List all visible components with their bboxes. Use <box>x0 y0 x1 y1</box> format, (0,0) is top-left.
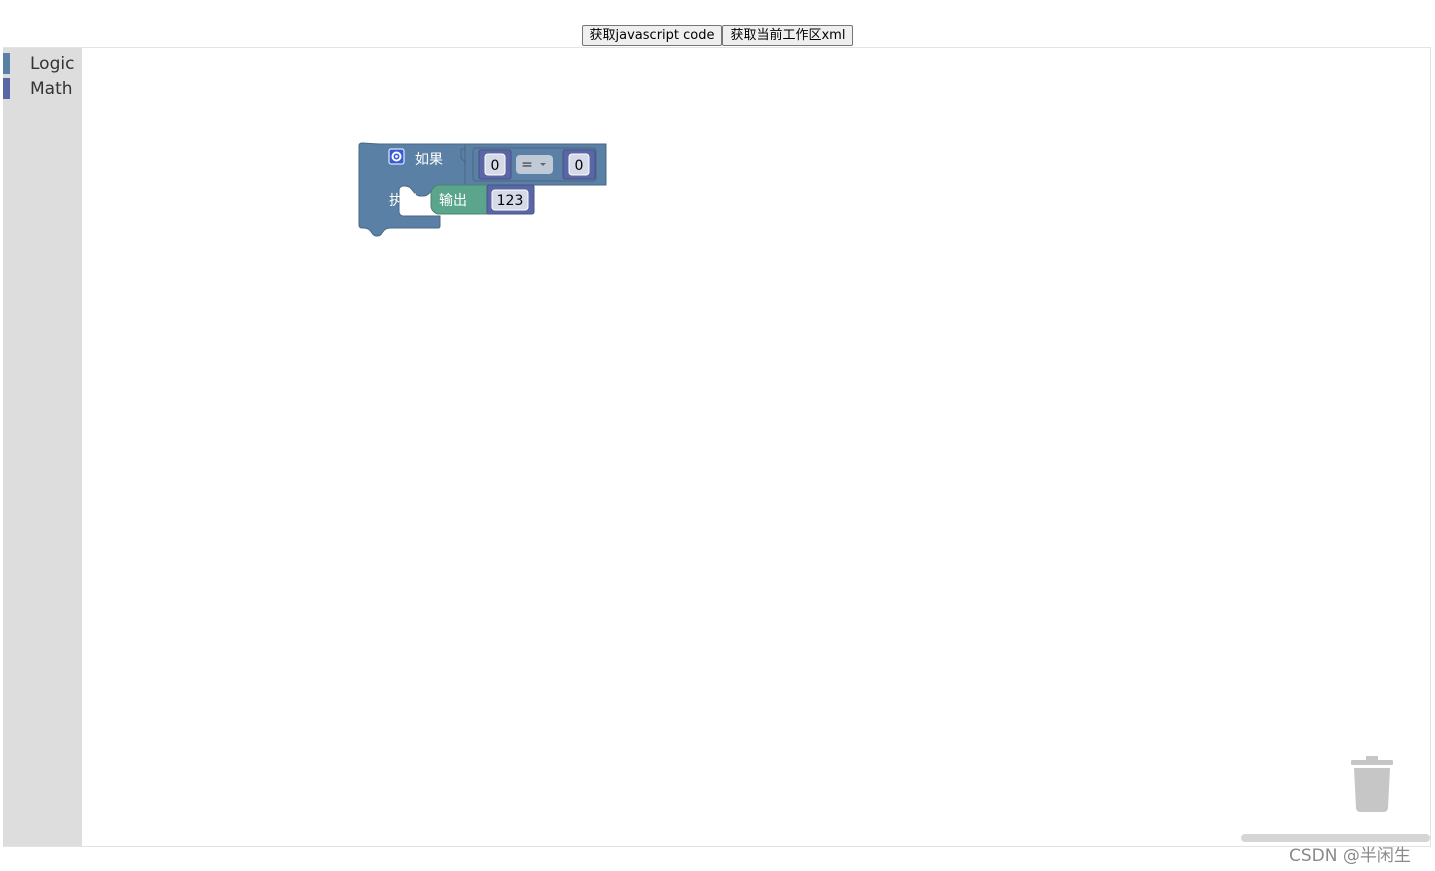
workspace-canvas[interactable]: 如果 执行 0 = 0 输出 123 <box>82 48 1430 846</box>
do-keyword: 执行 <box>389 193 417 209</box>
trash-icon[interactable] <box>1351 756 1393 812</box>
if-block[interactable]: 如果 执行 0 = 0 输出 123 <box>358 142 607 237</box>
category-label: Logic <box>30 54 75 74</box>
get-javascript-code-button[interactable]: 获取javascript code <box>581 25 723 46</box>
operator-value: = <box>521 157 533 173</box>
compare-block[interactable]: 0 = 0 <box>472 147 597 182</box>
blocks-layer: 如果 执行 0 = 0 输出 123 <box>358 142 607 237</box>
category-color-bar <box>3 53 10 74</box>
toolbox-category-math[interactable]: Math <box>3 77 82 99</box>
number-value[interactable]: 0 <box>575 158 584 174</box>
toolbox: Logic Math <box>3 48 82 846</box>
number-value[interactable]: 0 <box>491 158 500 174</box>
if-keyword: 如果 <box>415 152 443 168</box>
get-workspace-xml-button[interactable]: 获取当前工作区xml <box>722 25 854 46</box>
category-color-bar <box>3 78 10 99</box>
category-label: Math <box>30 79 73 99</box>
watermark: CSDN @半闲生 <box>1289 846 1411 866</box>
number-block-print[interactable]: 123 <box>486 184 535 215</box>
number-block-left[interactable]: 0 <box>478 149 512 180</box>
number-value[interactable]: 123 <box>497 193 524 209</box>
print-label: 输出 <box>439 193 467 209</box>
gear-icon[interactable] <box>388 148 405 165</box>
number-block-right[interactable]: 0 <box>562 149 596 180</box>
print-block[interactable]: 输出 123 <box>430 184 535 215</box>
toolbar: 获取javascript code 获取当前工作区xml <box>0 25 1435 47</box>
toolbox-category-logic[interactable]: Logic <box>3 52 82 74</box>
operator-dropdown[interactable]: = <box>516 155 553 174</box>
